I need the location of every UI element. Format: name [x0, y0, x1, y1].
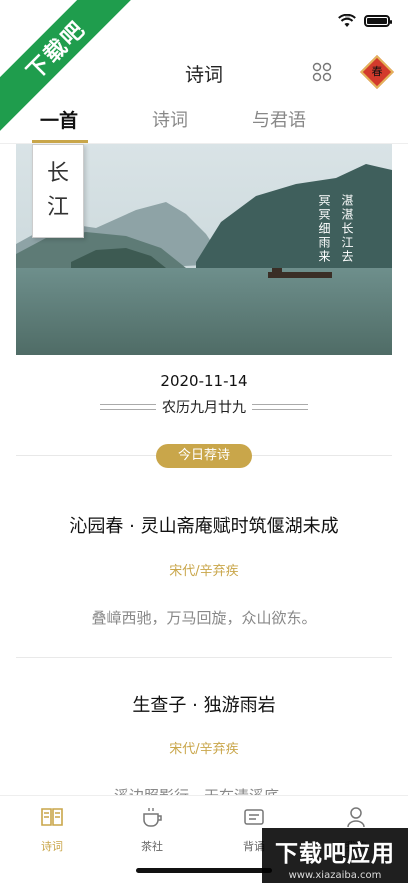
verse-column: 湛湛长江去	[340, 194, 354, 264]
banner-title-char: 江	[46, 195, 69, 220]
top-tabs: 一首 诗词 与君语	[0, 98, 408, 144]
banner-title-char: 长	[46, 161, 69, 186]
tabbar-item-poems[interactable]: 诗词	[22, 806, 82, 854]
poem-title[interactable]: 生查子 · 独游雨岩	[0, 691, 408, 717]
tabbar-label: 诗词	[41, 840, 63, 853]
book-icon	[41, 808, 63, 826]
tab-yujunyu[interactable]: 与君语	[252, 106, 306, 132]
nav-bar: 诗词 春	[0, 50, 408, 94]
tab-shici[interactable]: 诗词	[152, 106, 188, 132]
poem-title[interactable]: 沁园春 · 灵山斋庵赋时筑偃湖未成	[0, 512, 408, 538]
gregorian-date: 2020-11-14	[160, 372, 248, 390]
status-bar	[0, 0, 408, 44]
poem-first-line: 叠嶂西驰，万马回旋，众山欲东。	[91, 609, 317, 627]
tab-yishou[interactable]: 一首	[40, 106, 78, 133]
poem-divider	[16, 657, 392, 658]
grid-icon[interactable]	[312, 62, 332, 82]
person-icon	[347, 807, 365, 828]
lunar-date: 农历九月廿九	[162, 400, 246, 416]
tabbar-label: 茶社	[141, 840, 163, 853]
wifi-icon	[338, 14, 356, 27]
decorative-line	[252, 404, 308, 410]
seal-char: 春	[371, 65, 383, 78]
poem-banner[interactable]: 长 江 湛湛长江去 冥冥细雨来	[16, 144, 392, 355]
lunar-date-row: 农历九月廿九	[0, 396, 408, 418]
tabbar-item-tea[interactable]: 茶社	[122, 806, 182, 854]
banner-verse: 湛湛长江去 冥冥细雨来	[316, 194, 356, 264]
battery-icon	[364, 15, 392, 27]
active-tab-indicator	[32, 140, 88, 143]
verse-column: 冥冥细雨来	[317, 194, 331, 264]
watermark-site: www.xiazaiba.com	[288, 870, 382, 881]
page-title: 诗词	[184, 64, 223, 86]
banner-title: 长 江	[32, 144, 84, 238]
home-indicator	[136, 868, 272, 873]
poem-author[interactable]: 宋代/辛弃疾	[0, 560, 408, 579]
tea-cup-icon	[143, 808, 162, 827]
recommend-badge: 今日荐诗	[156, 444, 252, 468]
site-watermark: 下载吧应用 www.xiazaiba.com	[262, 828, 408, 883]
watermark-title: 下载吧应用	[275, 841, 395, 867]
decorative-line	[100, 404, 156, 410]
scroll-icon	[244, 809, 264, 825]
poem-author[interactable]: 宋代/辛弃疾	[0, 738, 408, 757]
